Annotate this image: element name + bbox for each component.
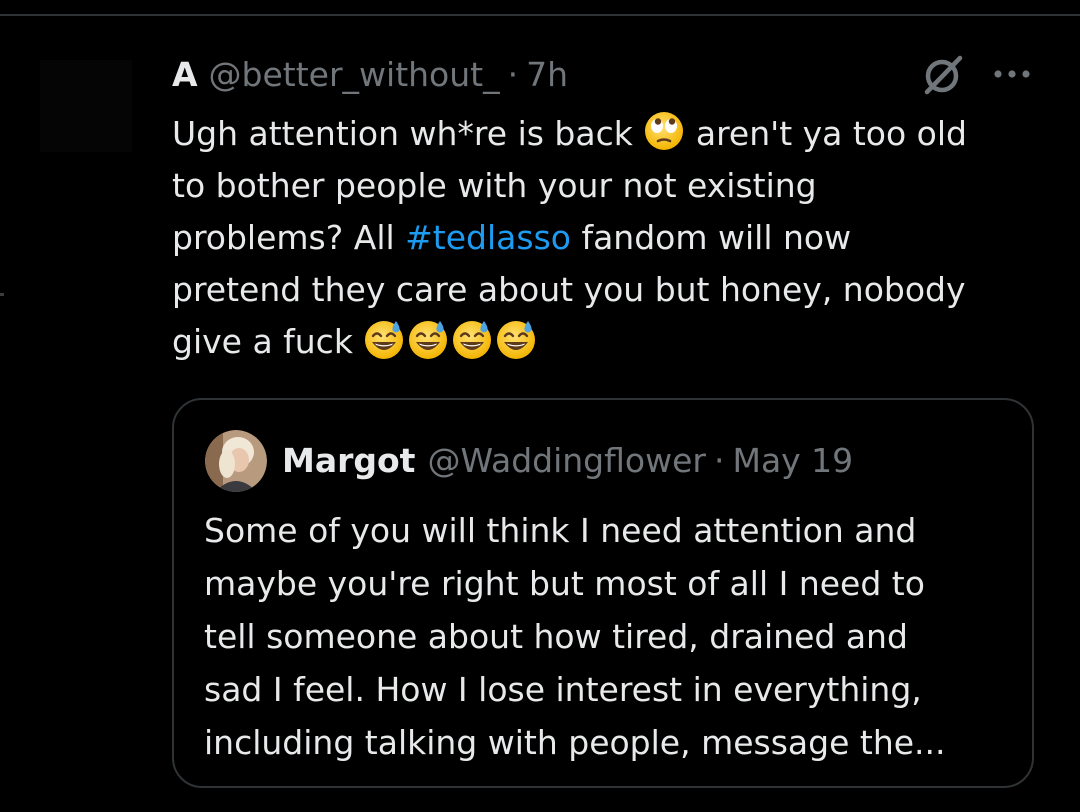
top-divider bbox=[0, 14, 1080, 16]
author-display-name[interactable]: A bbox=[172, 55, 198, 94]
tweet-line-3: problems? All #tedlasso fandom will now bbox=[172, 212, 1052, 264]
sweat-smile-emoji-icon bbox=[495, 318, 537, 360]
quoted-tweet-header: Margot @Waddingflower · May 19 bbox=[282, 438, 853, 482]
tweet-text-segment: fandom will now bbox=[581, 218, 852, 257]
tweet-line-1: Ugh attention wh*re is back aren't ya to… bbox=[172, 108, 1052, 160]
tweet-line-2: to bother people with your not existing bbox=[172, 166, 817, 205]
tweet-text-segment: aren't ya too old bbox=[695, 114, 967, 153]
tweet-text: Ugh attention wh*re is back aren't ya to… bbox=[172, 108, 1052, 368]
sweat-smile-emoji-icon bbox=[451, 318, 493, 360]
quoted-author-display-name[interactable]: Margot bbox=[282, 441, 415, 480]
hashtag-link[interactable]: #tedlasso bbox=[405, 218, 571, 257]
quoted-line-2: maybe you're right but most of all I nee… bbox=[204, 564, 925, 603]
author-handle[interactable]: @better_without_ bbox=[209, 55, 500, 94]
quoted-line-5: including talking with people, message t… bbox=[204, 723, 946, 762]
tweet-text-segment: Ugh attention wh*re is back bbox=[172, 114, 633, 153]
quoted-header-separator: · bbox=[713, 440, 725, 480]
quoted-line-4: sad I feel. How I lose interest in every… bbox=[204, 670, 922, 709]
quoted-tweet-text: Some of you will think I need attention … bbox=[204, 504, 1014, 769]
thread-line-mark bbox=[0, 293, 4, 296]
quoted-line-3: tell someone about how tired, drained an… bbox=[204, 617, 908, 656]
quoted-author-avatar[interactable] bbox=[205, 430, 267, 492]
more-options-icon[interactable] bbox=[990, 62, 1034, 86]
tweet-text-segment: give a fuck bbox=[172, 322, 353, 361]
author-avatar[interactable] bbox=[40, 60, 132, 152]
tweet-timestamp[interactable]: 7h bbox=[526, 55, 568, 94]
quoted-line-1: Some of you will think I need attention … bbox=[204, 511, 917, 550]
tweet-text-segment: problems? All bbox=[172, 218, 395, 257]
tweet-line-5: give a fuck bbox=[172, 316, 1052, 368]
header-separator: · bbox=[507, 54, 519, 94]
tweet-header: A @better_without_ · 7h bbox=[172, 52, 568, 96]
quoted-tweet-card[interactable]: Margot @Waddingflower · May 19 Some of y… bbox=[172, 398, 1034, 788]
sweat-smile-emoji-icon bbox=[363, 318, 405, 360]
grok-slash-circle-icon[interactable] bbox=[918, 52, 968, 98]
quoted-tweet-date[interactable]: May 19 bbox=[732, 441, 853, 480]
quoted-author-handle[interactable]: @Waddingflower bbox=[427, 441, 706, 480]
sweat-smile-emoji-icon bbox=[407, 318, 449, 360]
rolling-eyes-emoji-icon bbox=[645, 112, 684, 150]
tweet-line-4: pretend they care about you but honey, n… bbox=[172, 270, 966, 309]
